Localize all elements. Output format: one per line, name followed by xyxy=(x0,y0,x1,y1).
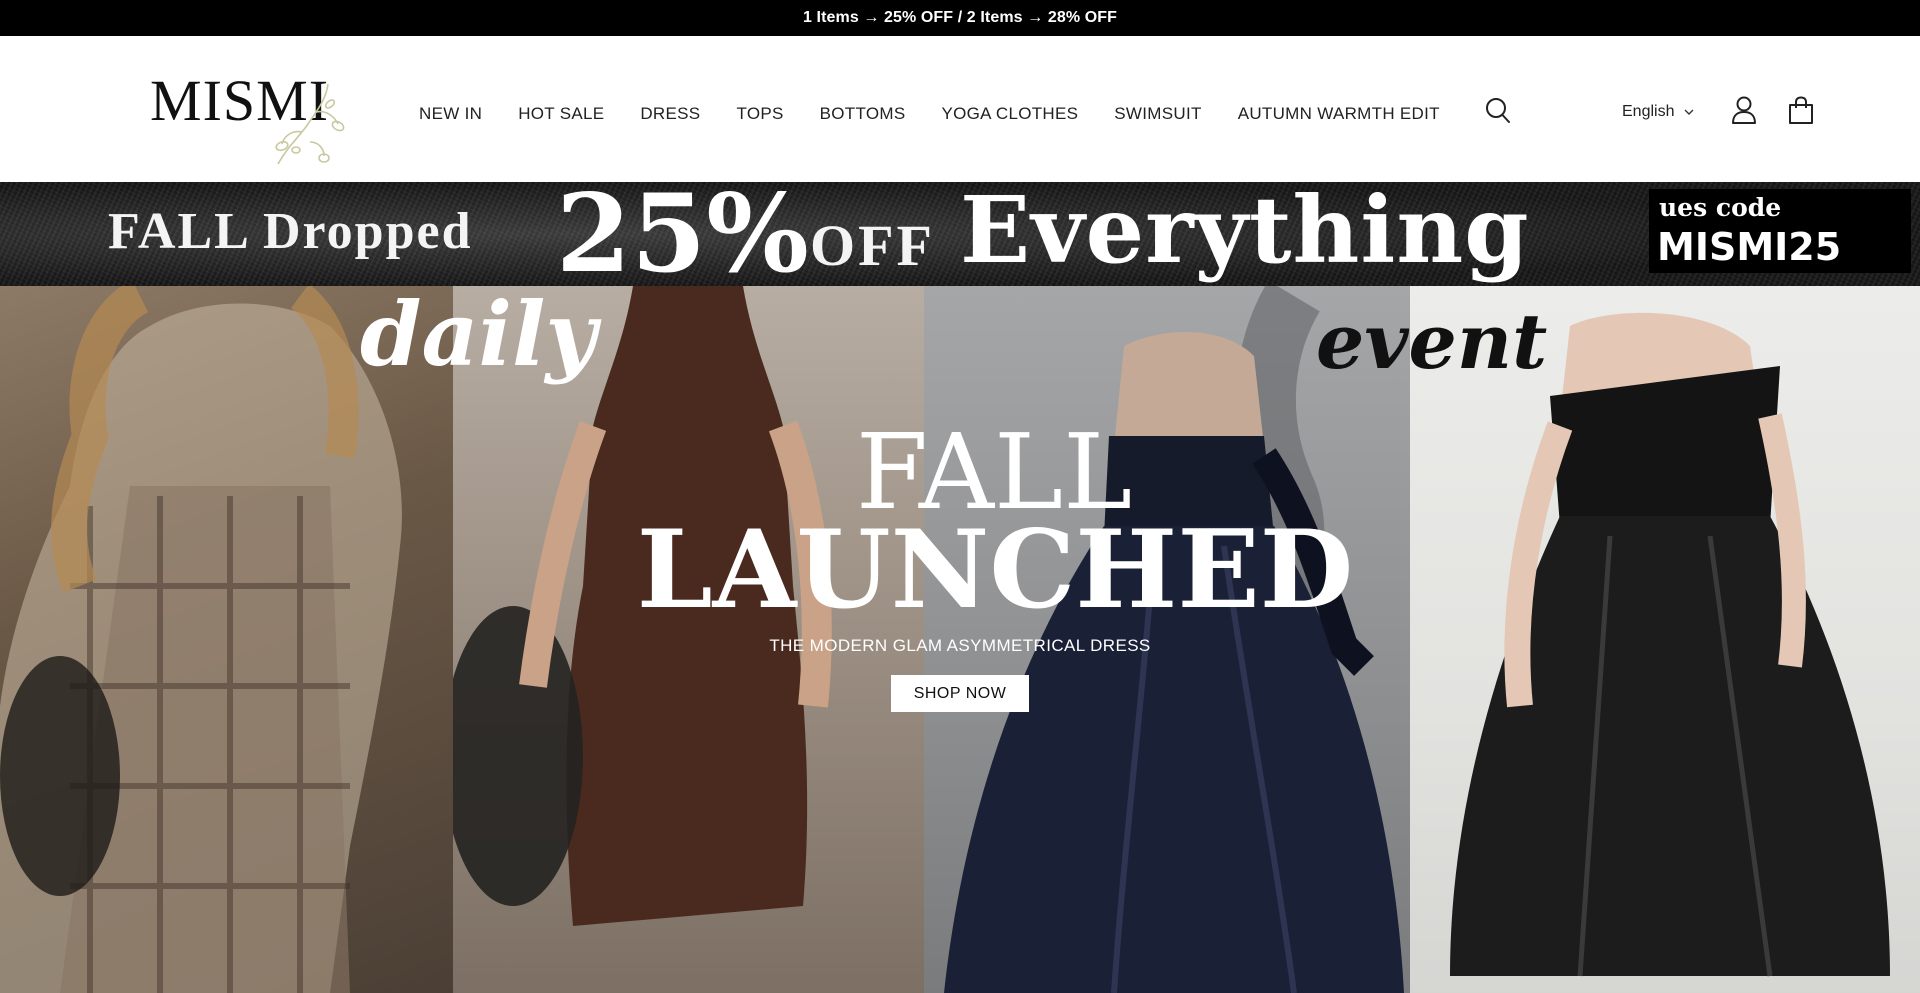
shop-now-button[interactable]: SHOP NOW xyxy=(891,675,1029,712)
floral-sprig-icon xyxy=(275,83,345,165)
site-header: MISMI NEW IN HOT SALE DRESS TOPS BOTTOMS… xyxy=(0,36,1920,182)
nav-yoga-clothes[interactable]: YOGA CLOTHES xyxy=(941,96,1078,132)
shopping-bag-icon xyxy=(1789,96,1813,124)
cart-button[interactable] xyxy=(1786,92,1816,128)
nav-swimsuit[interactable]: SWIMSUIT xyxy=(1114,96,1201,132)
chevron-down-icon xyxy=(1684,109,1694,116)
main-nav: NEW IN HOT SALE DRESS TOPS BOTTOMS YOGA … xyxy=(419,96,1440,132)
hero-title-line2: LAUNCHED xyxy=(636,507,1354,633)
nav-tops[interactable]: TOPS xyxy=(736,96,783,132)
promo-off-text: OFF xyxy=(810,213,935,278)
promo-lead-text: FALL Dropped xyxy=(108,203,473,260)
hero-banner[interactable]: daily event FALL LAUNCHED THE MODERN GLA… xyxy=(0,286,1920,993)
promo-percent: 25% xyxy=(556,182,809,286)
search-icon xyxy=(1486,98,1510,123)
nav-hot-sale[interactable]: HOT SALE xyxy=(518,96,604,132)
announcement-text: 1 Items → 25% OFF / 2 Items → 28% OFF xyxy=(802,9,1118,26)
language-label: English xyxy=(1622,103,1675,120)
hero-word-daily: daily xyxy=(360,286,597,386)
promo-everything-text: Everything xyxy=(960,182,1530,284)
hero-word-event: event xyxy=(1316,297,1548,386)
hero-subtitle: THE MODERN GLAM ASYMMETRICAL DRESS xyxy=(769,636,1151,655)
nav-bottoms[interactable]: BOTTOMS xyxy=(820,96,906,132)
promo-banner[interactable]: FALL Dropped 25% OFF Everything ues code… xyxy=(0,182,1920,286)
language-selector[interactable]: English xyxy=(1622,98,1694,126)
hero-title: FALL LAUNCHED xyxy=(0,420,1920,624)
user-icon xyxy=(1732,96,1756,124)
promo-code-box: ues code MISMI25 xyxy=(1649,189,1911,273)
nav-dress[interactable]: DRESS xyxy=(640,96,700,132)
nav-autumn-warmth-edit[interactable]: AUTUMN WARMTH EDIT xyxy=(1238,96,1440,132)
promo-code-value: MISMI25 xyxy=(1657,225,1842,269)
nav-new-in[interactable]: NEW IN xyxy=(419,96,482,132)
promo-code-label: ues code xyxy=(1659,193,1782,222)
brand-logo[interactable]: MISMI xyxy=(150,72,350,165)
announcement-bar: 1 Items → 25% OFF / 2 Items → 28% OFF xyxy=(0,0,1920,36)
account-button[interactable] xyxy=(1729,92,1759,128)
search-button[interactable] xyxy=(1482,94,1514,128)
